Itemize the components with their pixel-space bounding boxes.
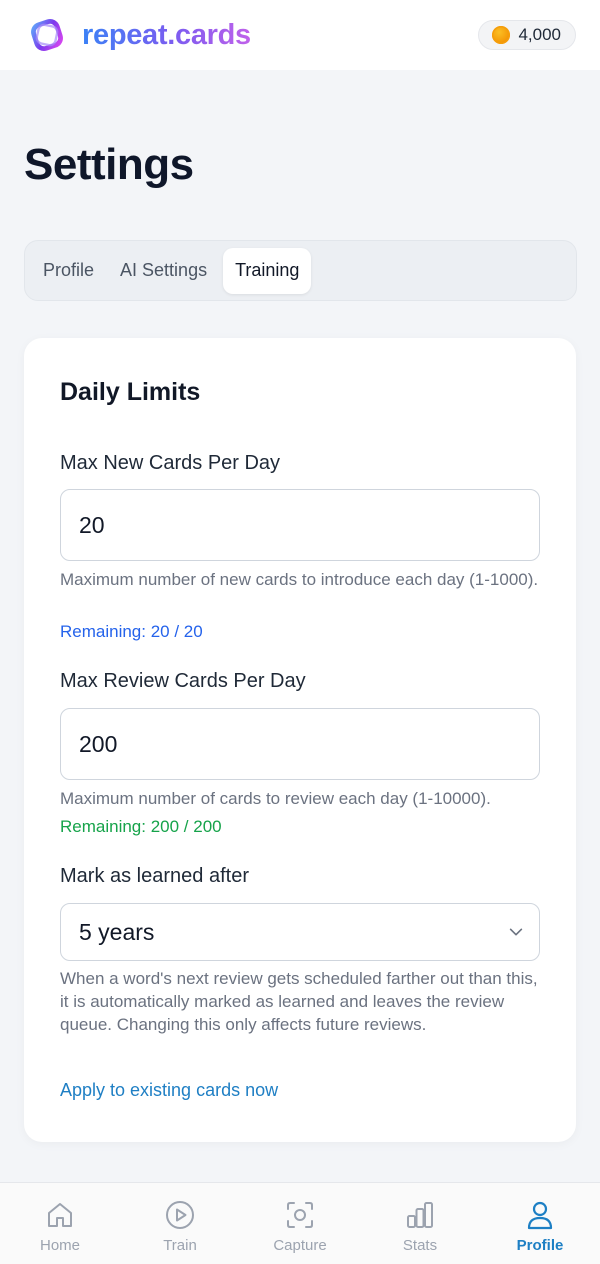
home-icon — [48, 1203, 72, 1227]
nav-home-label: Home — [39, 1237, 80, 1254]
nav-capture-label: Capture — [273, 1237, 327, 1254]
max-review-cards-help: Maximum number of cards to review each d… — [60, 789, 491, 808]
max-new-cards-label: Max New Cards Per Day — [60, 452, 281, 474]
max-review-cards-label: Max Review Cards Per Day — [60, 670, 306, 692]
mark-learned-select[interactable]: 5 years — [60, 903, 540, 961]
daily-limits-card: Daily Limits Max New Cards Per Day 20 Ma… — [24, 338, 576, 1142]
nav-stats[interactable]: Stats — [360, 1183, 480, 1264]
mark-learned-help: When a word's next review gets scheduled… — [60, 969, 538, 1034]
max-review-cards-input[interactable]: 200 — [60, 708, 540, 780]
user-icon — [527, 1201, 553, 1230]
mark-learned-selected: 5 years — [79, 918, 155, 945]
nav-home[interactable]: Home — [0, 1183, 120, 1264]
brand-name: repeat.cards — [82, 18, 251, 51]
mark-learned-label: Mark as learned after — [60, 865, 249, 887]
tab-training[interactable]: Training — [223, 247, 312, 294]
chevron-down-icon — [509, 928, 523, 936]
nav-profile[interactable]: Profile — [480, 1183, 600, 1264]
nav-train[interactable]: Train — [120, 1183, 240, 1264]
review-cards-remaining: Remaining: 200 / 200 — [60, 817, 222, 836]
brand[interactable]: repeat.cards — [28, 16, 251, 54]
apply-to-existing-link[interactable]: Apply to existing cards now — [60, 1080, 278, 1101]
camera-icon — [287, 1202, 313, 1228]
tab-ai-settings[interactable]: AI Settings — [110, 248, 217, 294]
bottom-nav: Home Train Capture Stats Profile — [0, 1182, 600, 1264]
section-title: Daily Limits — [60, 378, 201, 406]
nav-profile-label: Profile — [516, 1237, 564, 1254]
nav-capture[interactable]: Capture — [240, 1183, 360, 1264]
play-icon — [166, 1201, 194, 1229]
repeat-cards-logo-icon — [31, 19, 63, 51]
nav-train-label: Train — [163, 1237, 197, 1254]
app-header: repeat.cards 4,000 — [0, 0, 600, 70]
coin-icon — [492, 26, 511, 44]
coin-balance[interactable]: 4,000 — [478, 20, 576, 50]
coin-count: 4,000 — [518, 25, 561, 44]
settings-tabs: Profile AI Settings Training — [24, 240, 577, 301]
tab-profile[interactable]: Profile — [33, 248, 104, 294]
max-new-cards-input[interactable]: 20 — [60, 489, 540, 561]
max-new-cards-help: Maximum number of new cards to introduce… — [60, 570, 539, 589]
nav-stats-label: Stats — [402, 1237, 438, 1254]
new-cards-remaining: Remaining: 20 / 20 — [60, 622, 203, 641]
bar-chart-icon — [407, 1202, 433, 1228]
page-title: Settings — [24, 140, 194, 189]
